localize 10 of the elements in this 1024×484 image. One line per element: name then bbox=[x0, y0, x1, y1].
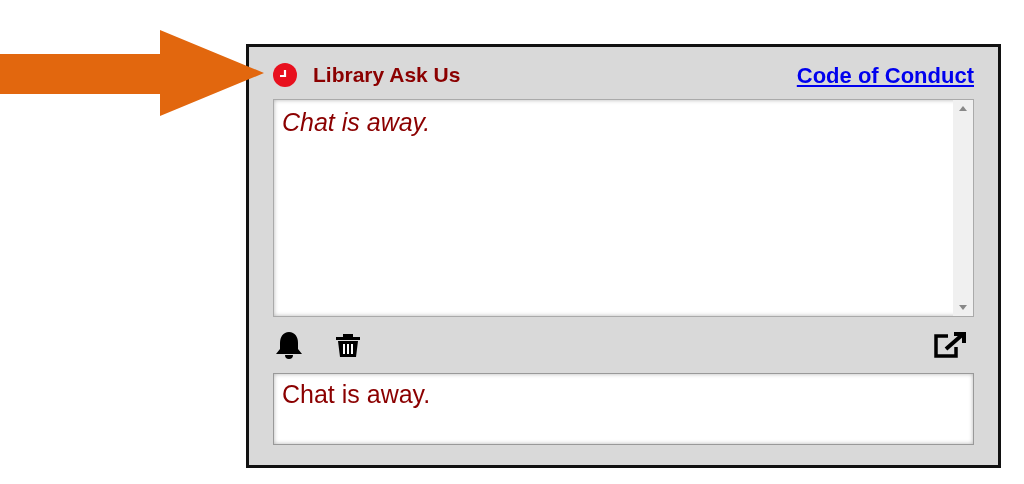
trash-icon[interactable] bbox=[335, 332, 361, 358]
message-input[interactable]: Chat is away. bbox=[273, 373, 974, 445]
chat-message: Chat is away. bbox=[282, 107, 432, 138]
chat-title: Library Ask Us bbox=[313, 62, 461, 89]
code-of-conduct-link[interactable]: Code of Conduct bbox=[796, 58, 974, 92]
external-link-icon[interactable] bbox=[932, 331, 968, 359]
bell-icon[interactable] bbox=[273, 331, 305, 359]
scrollbar[interactable] bbox=[953, 100, 973, 316]
scroll-down-icon[interactable] bbox=[959, 305, 967, 310]
scroll-up-icon[interactable] bbox=[959, 106, 967, 111]
